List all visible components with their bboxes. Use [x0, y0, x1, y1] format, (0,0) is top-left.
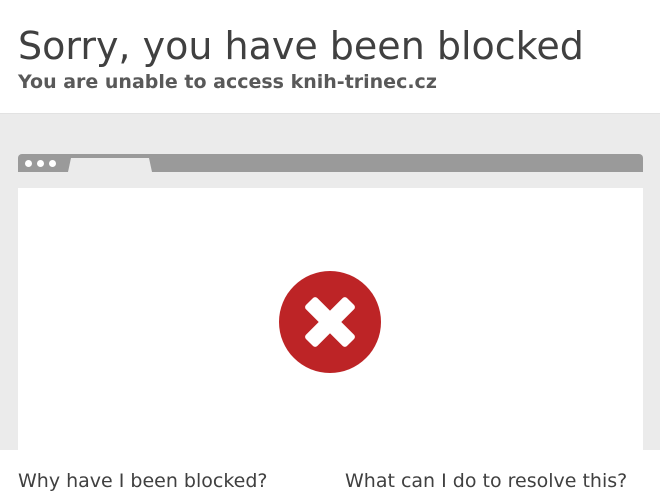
browser-tab	[68, 158, 152, 172]
blocked-x-icon	[279, 271, 381, 373]
window-dot-icon	[37, 160, 44, 167]
resolve-heading: What can I do to resolve this?	[345, 470, 628, 492]
window-dot-icon	[49, 160, 56, 167]
window-dot-icon	[25, 160, 32, 167]
why-blocked-heading: Why have I been blocked?	[18, 470, 268, 492]
page-subtitle: You are unable to access knih-trinec.cz	[18, 71, 437, 93]
page-header: Sorry, you have been blocked You are una…	[0, 0, 660, 113]
page-title: Sorry, you have been blocked	[18, 24, 584, 68]
